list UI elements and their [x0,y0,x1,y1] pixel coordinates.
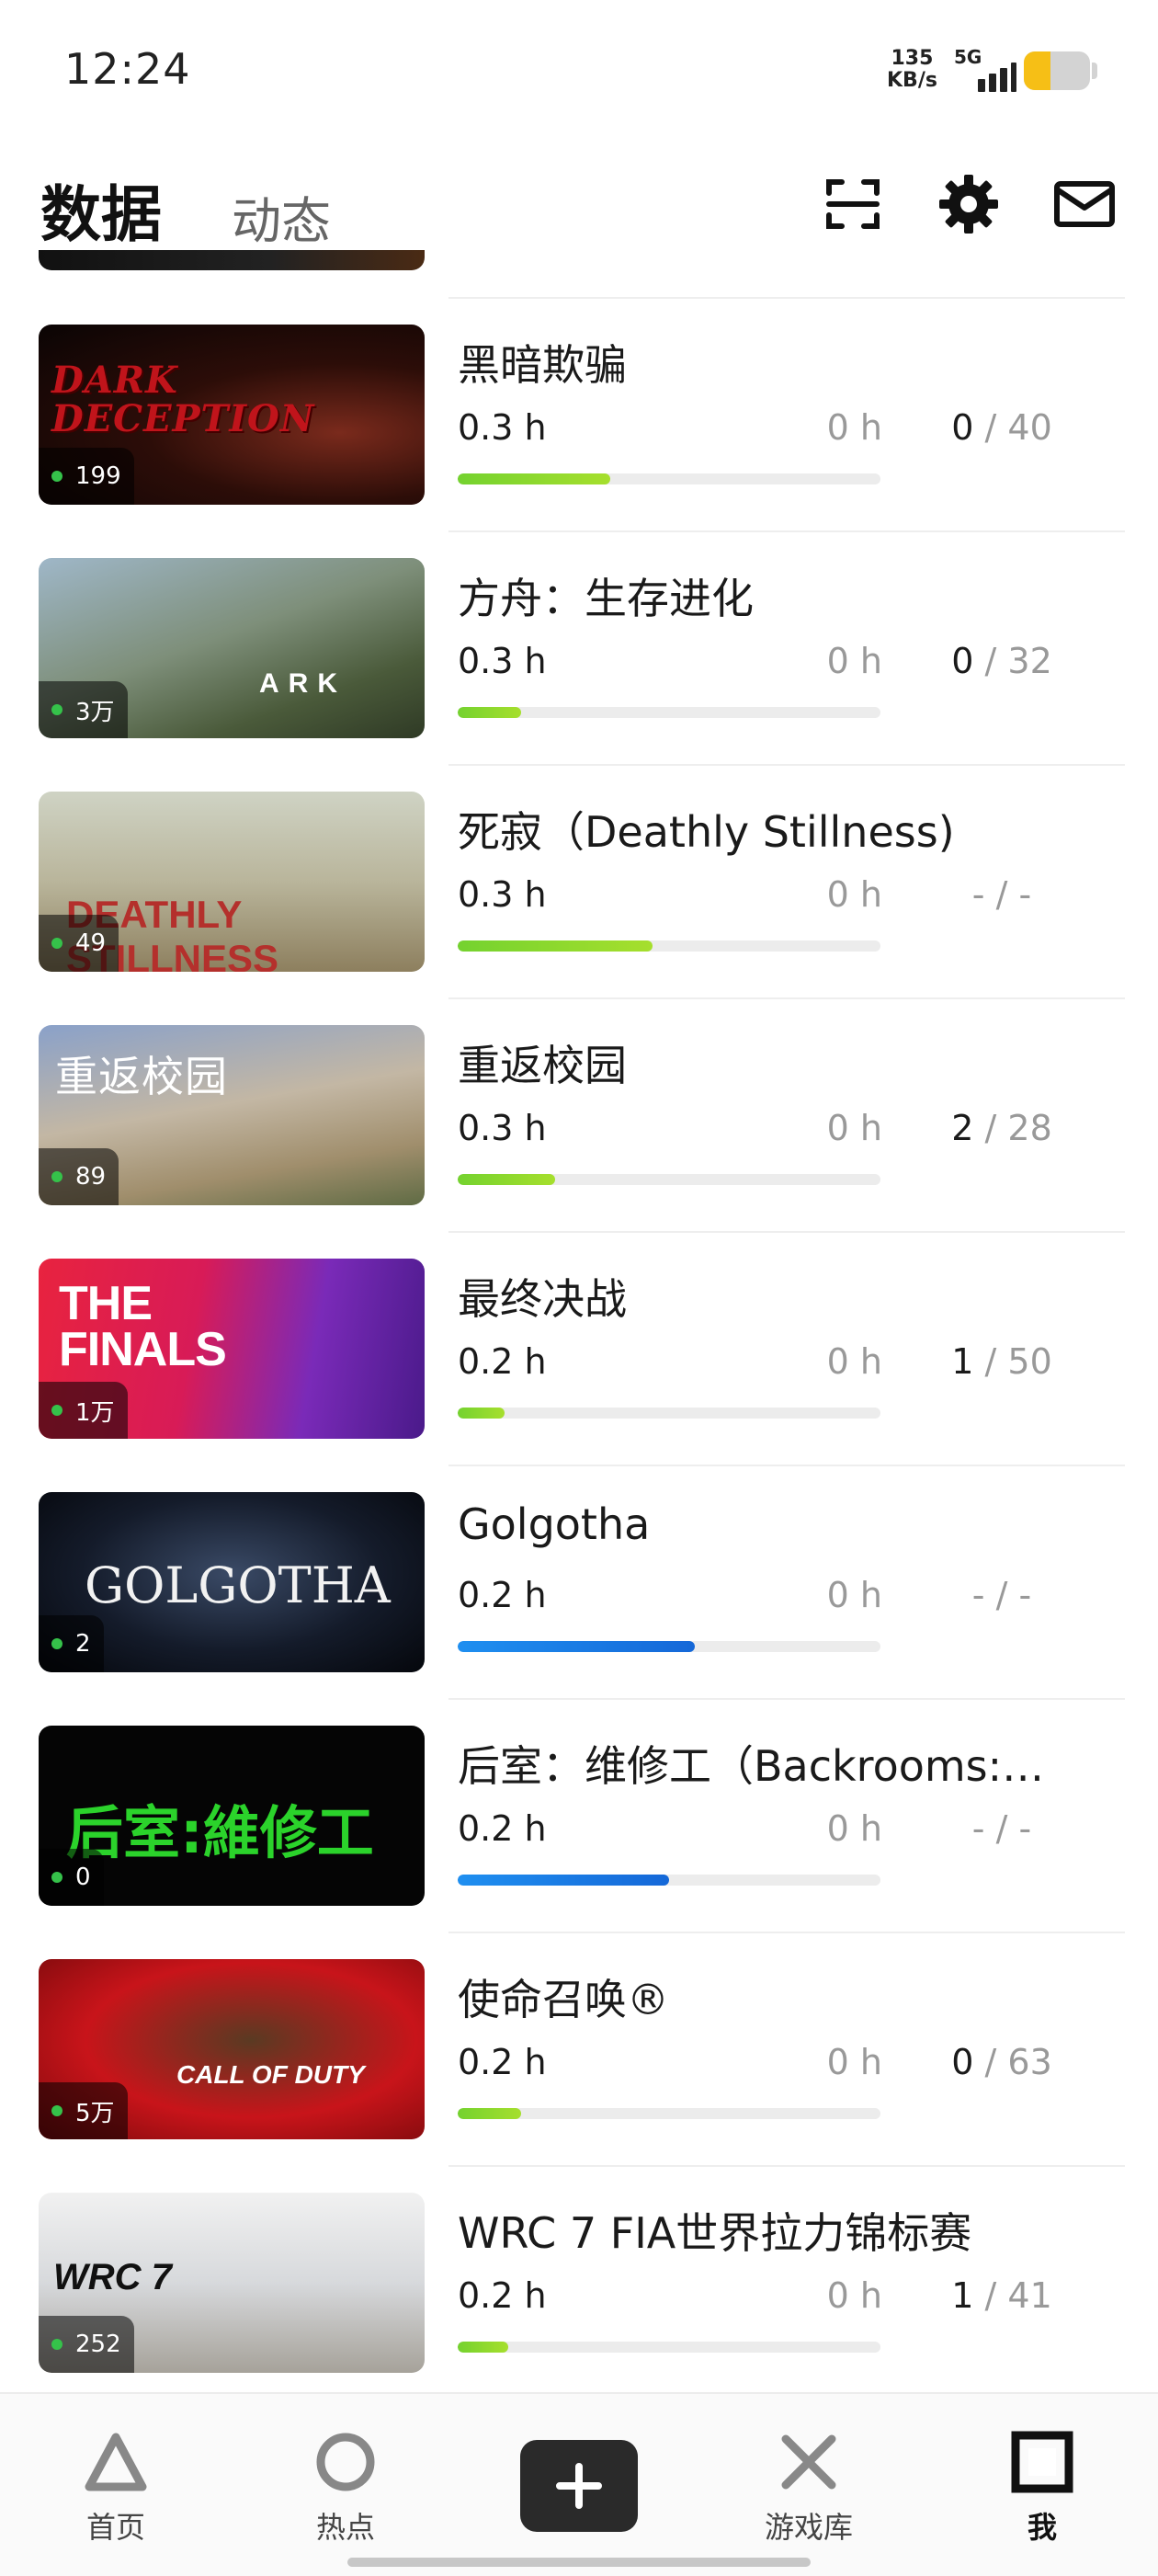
scan-icon[interactable] [820,171,886,237]
game-title: 重返校园 [458,1041,627,1090]
circle-icon [272,2425,419,2499]
online-count: 49 [39,915,119,972]
achievements: 0 / 32 [951,641,1052,681]
recent-hours: 0 h [826,1575,882,1615]
game-title: 最终决战 [458,1274,627,1324]
top-header: 数据 动态 [0,147,1158,267]
game-cover[interactable]: DEATHLY STILLNESS 49 [39,792,425,972]
game-cover[interactable]: THE FINALS 1万 [39,1259,425,1439]
online-count: 2 [39,1615,104,1672]
game-row[interactable]: GOLGOTHA 2 Golgotha 0.2 h 0 h - / - [0,1465,1158,1698]
game-title: 后室：维修工（Backrooms:… [458,1741,1045,1791]
game-cover[interactable]: GOLGOTHA 2 [39,1492,425,1672]
game-row[interactable]: ARK 3万 方舟：生存进化 0.3 h 0 h 0 / 32 [0,530,1158,764]
achievements: 1 / 50 [951,1341,1052,1382]
mail-icon[interactable] [1051,171,1118,237]
game-cover[interactable]: WRC 7 252 [39,2193,425,2373]
online-count: 0 [39,1849,104,1906]
game-title: Golgotha [458,1499,651,1549]
nav-library[interactable]: 游戏库 [735,2425,882,2547]
progress-bar [458,1408,880,1419]
recent-hours: 0 h [826,2275,882,2316]
triangle-icon [42,2425,189,2499]
home-indicator [347,2558,811,2567]
progress-bar [458,473,880,484]
online-count: 199 [39,448,134,505]
progress-bar [458,1875,880,1886]
online-count: 3万 [39,681,128,738]
online-count: 252 [39,2316,134,2373]
game-row[interactable]: DEATHLY STILLNESS 49 死寂（Deathly Stillnes… [0,764,1158,997]
online-count: 1万 [39,1382,128,1439]
battery-icon [1024,51,1090,90]
square-icon [969,2425,1116,2499]
achievements: - / - [971,1808,1032,1849]
game-row[interactable]: 重返校园 89 重返校园 0.3 h 0 h 2 / 28 [0,997,1158,1231]
play-hours: 0.2 h [458,2042,547,2082]
play-hours: 0.2 h [458,1808,547,1849]
game-cover[interactable]: DARK DECEPTION 199 [39,325,425,505]
progress-bar [458,1174,880,1185]
status-bar: 12:24 135 KB/s 5G [0,0,1158,138]
network-speed: 135 KB/s [887,47,937,92]
achievements: - / - [971,874,1032,915]
game-list: DARK DECEPTION 199 黑暗欺骗 0.3 h 0 h 0 / 40… [0,297,1158,2399]
game-title: WRC 7 FIA世界拉力锦标赛 [458,2208,972,2258]
online-count: 89 [39,1148,119,1205]
cross-icon [735,2425,882,2499]
game-cover[interactable]: 后室:維修工 0 [39,1726,425,1906]
recent-hours: 0 h [826,874,882,915]
play-hours: 0.2 h [458,1575,547,1615]
recent-hours: 0 h [826,1341,882,1382]
play-hours: 0.3 h [458,1108,547,1148]
recent-hours: 0 h [826,2042,882,2082]
play-hours: 0.3 h [458,874,547,915]
play-hours: 0.3 h [458,641,547,681]
recent-hours: 0 h [826,407,882,448]
achievements: - / - [971,1575,1032,1615]
game-row[interactable]: 后室:維修工 0 后室：维修工（Backrooms:… 0.2 h 0 h - … [0,1698,1158,1932]
play-hours: 0.3 h [458,407,547,448]
play-hours: 0.2 h [458,2275,547,2316]
nav-home[interactable]: 首页 [42,2425,189,2547]
progress-bar [458,940,880,952]
game-cover[interactable]: 重返校园 89 [39,1025,425,1205]
nav-me[interactable]: 我 [969,2425,1116,2547]
progress-bar [458,707,880,718]
play-hours: 0.2 h [458,1341,547,1382]
game-row[interactable]: DARK DECEPTION 199 黑暗欺骗 0.3 h 0 h 0 / 40 [0,297,1158,530]
tab-data[interactable]: 数据 [40,165,162,254]
progress-bar [458,2342,880,2353]
game-title: 死寂（Deathly Stillness) [458,807,955,857]
add-button[interactable] [520,2440,638,2532]
progress-bar [458,2108,880,2119]
achievements: 0 / 40 [951,407,1052,448]
bottom-nav: 首页 热点 游戏库 我 [0,2392,1158,2576]
achievements: 0 / 63 [951,2042,1052,2082]
progress-bar [458,1641,880,1652]
status-time: 12:24 [64,44,191,94]
recent-hours: 0 h [826,1808,882,1849]
tab-feed[interactable]: 动态 [232,180,331,253]
game-cover-partial[interactable] [39,250,425,270]
game-title: 使命召唤® [458,1975,669,2024]
gear-icon[interactable] [936,171,1002,237]
nav-hot[interactable]: 热点 [272,2425,419,2547]
game-row[interactable]: WRC 7 252 WRC 7 FIA世界拉力锦标赛 0.2 h 0 h 1 /… [0,2165,1158,2399]
game-title: 方舟：生存进化 [458,574,754,623]
online-count: 5万 [39,2082,128,2139]
recent-hours: 0 h [826,1108,882,1148]
achievements: 2 / 28 [951,1108,1052,1148]
game-row[interactable]: CALL OF DUTY 5万 使命召唤® 0.2 h 0 h 0 / 63 [0,1932,1158,2165]
game-cover[interactable]: CALL OF DUTY 5万 [39,1959,425,2139]
game-title: 黑暗欺骗 [458,340,627,390]
achievements: 1 / 41 [951,2275,1052,2316]
recent-hours: 0 h [826,641,882,681]
plus-icon [556,2463,602,2509]
signal-icon: 5G [952,46,1016,92]
game-row[interactable]: THE FINALS 1万 最终决战 0.2 h 0 h 1 / 50 [0,1231,1158,1465]
game-cover[interactable]: ARK 3万 [39,558,425,738]
